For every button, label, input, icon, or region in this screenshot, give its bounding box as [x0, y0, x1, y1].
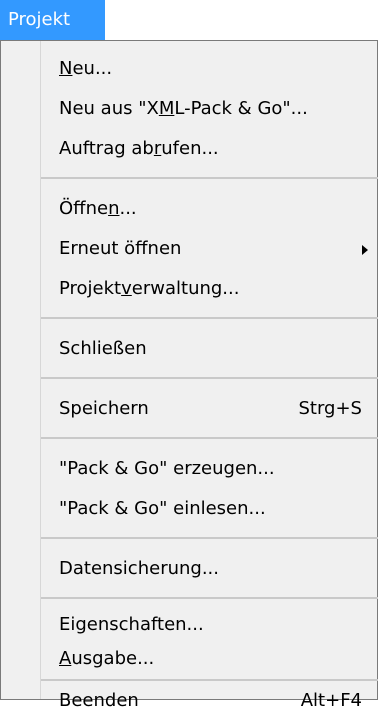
menu-item-pack-go-einlesen[interactable]: "Pack & Go" einlesen... [41, 491, 378, 527]
menu-separator [41, 679, 378, 681]
menu-item-label: Beenden [59, 690, 139, 711]
menu-item-ausgabe[interactable]: Ausgabe... [41, 641, 378, 677]
menu-item-label: Schließen [59, 338, 147, 359]
menu-separator [41, 437, 378, 439]
submenu-arrow-icon [362, 245, 368, 255]
menu-item-label: Erneut öffnen [59, 238, 182, 259]
menu-item-label: Ausgabe... [59, 648, 155, 669]
menu-item-projektverwaltung[interactable]: Projektverwaltung... [41, 271, 378, 307]
menu-item-speichern[interactable]: Speichern Strg+S [41, 391, 378, 427]
menu-separator [41, 317, 378, 319]
menu-item-label: Neu... [59, 58, 113, 79]
menu-item-shortcut: Strg+S [298, 398, 362, 419]
mnemonic-character: r [153, 138, 162, 159]
mnemonic-character: v [121, 278, 132, 299]
menu-title-projekt[interactable]: Projekt [0, 0, 105, 40]
mnemonic-character: M [158, 98, 175, 119]
menu-item-label: "Pack & Go" erzeugen... [59, 458, 275, 479]
mnemonic-character: n [108, 198, 120, 219]
menu-title-label: Projekt [8, 9, 71, 30]
menu-item-label: Speichern [59, 398, 149, 419]
menu-item-eigenschaften[interactable]: Eigenschaften... [41, 607, 378, 643]
dropdown-menu: Neu... Neu aus "XML-Pack & Go"... Auftra… [0, 40, 378, 711]
menu-separator [41, 377, 378, 379]
menu-item-schliessen[interactable]: Schließen [41, 331, 378, 367]
menu-item-label: Öffnen... [59, 198, 137, 219]
menu-separator [41, 597, 378, 599]
menu-item-erneut-oeffnen[interactable]: Erneut öffnen [41, 231, 378, 267]
menu-item-neu[interactable]: Neu... [41, 51, 378, 87]
mnemonic-character: A [59, 648, 72, 669]
menu-item-shortcut: Alt+F4 [300, 690, 362, 711]
menu-item-pack-go-erzeugen[interactable]: "Pack & Go" erzeugen... [41, 451, 378, 487]
menu-icon-gutter [1, 41, 41, 699]
menu-item-oeffnen[interactable]: Öffnen... [41, 191, 378, 227]
menu-item-beenden[interactable]: Beenden Alt+F4 [41, 683, 378, 719]
menu-separator [41, 177, 378, 179]
menu-separator [41, 537, 378, 539]
menu-item-label: "Pack & Go" einlesen... [59, 498, 266, 519]
menu-item-label: Neu aus "XML-Pack & Go"... [59, 98, 308, 119]
menu-item-label: Projektverwaltung... [59, 278, 240, 299]
menu-item-label: Eigenschaften... [59, 614, 204, 635]
mnemonic-character: N [59, 58, 73, 79]
menu-item-label: Datensicherung... [59, 558, 219, 579]
menu-item-datensicherung[interactable]: Datensicherung... [41, 551, 378, 587]
menu-item-auftrag-abrufen[interactable]: Auftrag abrufen... [41, 131, 378, 167]
menu-item-neu-aus-xml[interactable]: Neu aus "XML-Pack & Go"... [41, 91, 378, 127]
menu-item-label: Auftrag abrufen... [59, 138, 219, 159]
